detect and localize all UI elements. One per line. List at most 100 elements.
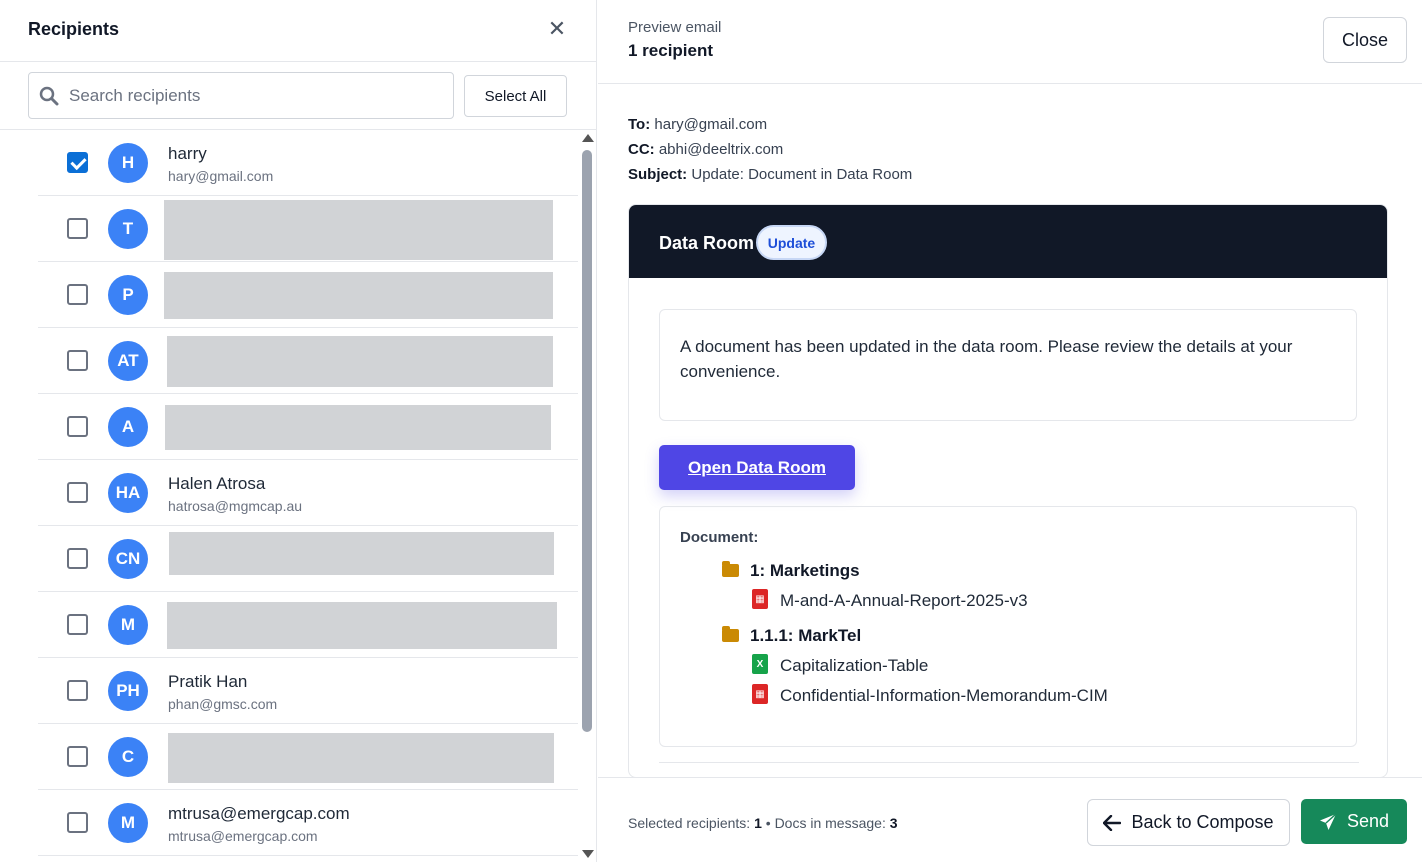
recipient-checkbox[interactable]: [67, 416, 88, 437]
back-to-compose-button[interactable]: Back to Compose: [1087, 799, 1290, 846]
recipient-checkbox[interactable]: [67, 812, 88, 833]
subject-line: Subject: Update: Document in Data Room: [628, 166, 912, 183]
separator: •: [765, 815, 775, 831]
avatar: C: [108, 737, 148, 777]
avatar: H: [108, 143, 148, 183]
recipient-row[interactable]: A: [38, 394, 578, 460]
spreadsheet-file-icon: X: [752, 654, 768, 674]
recipient-checkbox[interactable]: [67, 680, 88, 701]
recipients-title: Recipients: [28, 19, 120, 39]
recipient-name: mtrusa@emergcap.com: [168, 804, 350, 823]
avatar: AT: [108, 341, 148, 381]
recipient-checkbox[interactable]: [67, 614, 88, 635]
recipient-row[interactable]: T: [38, 196, 578, 262]
recipient-row[interactable]: C: [38, 724, 578, 790]
arrow-left-icon: [1103, 814, 1122, 831]
recipient-row[interactable]: AT: [38, 328, 578, 394]
redacted-block: [164, 200, 553, 260]
document-name[interactable]: Capitalization-Table: [780, 656, 928, 676]
search-box[interactable]: [28, 72, 454, 119]
select-all-button[interactable]: Select All: [464, 75, 567, 117]
recipient-row[interactable]: P: [38, 262, 578, 328]
email-card: Data Room Update A document has been upd…: [628, 204, 1388, 778]
preview-footer: Selected recipients: 1 • Docs in message…: [598, 777, 1422, 862]
preview-panel: Preview email 1 recipient Close To: hary…: [598, 0, 1422, 862]
recipient-row[interactable]: PH Pratik Han phan@gmsc.com: [38, 658, 578, 724]
redacted-block: [167, 602, 557, 649]
recipient-list[interactable]: H harry hary@gmail.com T P AT A HA Halen…: [0, 130, 580, 862]
to-value: hary@gmail.com: [654, 116, 768, 133]
to-label: To:: [628, 116, 651, 133]
recipient-scrollbar[interactable]: [580, 134, 594, 860]
docs-count: 3: [889, 815, 898, 831]
recipients-panel: Recipients ✕ Select All H harry hary@gma…: [0, 0, 597, 862]
message-box: A document has been updated in the data …: [659, 309, 1357, 421]
documents-box: Document: 1: Marketings ▦ M-and-A-Annual…: [659, 506, 1357, 747]
recipient-checkbox[interactable]: [67, 350, 88, 371]
recipient-checkbox[interactable]: [67, 548, 88, 569]
redacted-block: [169, 532, 554, 575]
recipient-name: Halen Atrosa: [168, 474, 266, 493]
card-title: Data Room: [659, 233, 755, 253]
email-card-header: Data Room Update: [629, 205, 1387, 278]
subject-value: Update: Document in Data Room: [691, 166, 913, 183]
pdf-file-icon: ▦: [752, 684, 768, 704]
avatar: M: [108, 605, 148, 645]
redacted-block: [164, 272, 553, 319]
recipient-name: harry: [168, 144, 207, 163]
recipient-email: hary@gmail.com: [168, 168, 274, 184]
recipients-header: Recipients ✕: [0, 0, 597, 62]
docs-label: Docs in message:: [774, 815, 886, 831]
recipient-row[interactable]: HA Halen Atrosa hatrosa@mgmcap.au: [38, 460, 578, 526]
close-button[interactable]: Close: [1323, 17, 1407, 63]
recipient-checkbox[interactable]: [67, 218, 88, 239]
redacted-block: [168, 733, 554, 783]
avatar: P: [108, 275, 148, 315]
documents-label: Document:: [680, 529, 759, 546]
redacted-block: [165, 405, 551, 450]
recipient-row[interactable]: H harry hary@gmail.com: [38, 130, 578, 196]
redacted-block: [167, 336, 553, 387]
pdf-file-icon: ▦: [752, 589, 768, 609]
search-row: Select All: [0, 62, 597, 130]
recipient-row[interactable]: CN: [38, 526, 578, 592]
preview-title: 1 recipient: [628, 41, 714, 60]
recipient-name: Pratik Han: [168, 672, 248, 691]
scroll-thumb[interactable]: [582, 150, 592, 732]
cc-label: CC:: [628, 141, 655, 158]
avatar: A: [108, 407, 148, 447]
cc-line: CC: abhi@deeltrix.com: [628, 141, 783, 158]
close-icon[interactable]: ✕: [546, 18, 568, 40]
avatar: T: [108, 209, 148, 249]
recipient-row[interactable]: M mtrusa@emergcap.com mtrusa@emergcap.co…: [38, 790, 578, 856]
avatar: PH: [108, 671, 148, 711]
recipient-email: phan@gmsc.com: [168, 696, 278, 712]
paper-plane-icon: [1319, 812, 1337, 830]
search-icon: [39, 86, 59, 106]
preview-header: Preview email 1 recipient Close: [598, 0, 1422, 84]
recipient-checkbox[interactable]: [67, 284, 88, 305]
recipient-checkbox[interactable]: [67, 482, 88, 503]
open-data-room-button[interactable]: Open Data Room: [659, 445, 855, 490]
document-name[interactable]: Confidential-Information-Memorandum-CIM: [780, 686, 1108, 706]
folder-icon: [722, 626, 739, 642]
avatar: HA: [108, 473, 148, 513]
recipient-checkbox[interactable]: [67, 746, 88, 767]
to-line: To: hary@gmail.com: [628, 116, 767, 133]
send-button[interactable]: Send: [1301, 799, 1407, 844]
recipient-checkbox[interactable]: [67, 152, 88, 173]
recipient-email: hatrosa@mgmcap.au: [168, 498, 303, 514]
scroll-up-arrow[interactable]: [582, 134, 594, 142]
cc-value: abhi@deeltrix.com: [658, 141, 784, 158]
recipient-row[interactable]: M: [38, 592, 578, 658]
selected-count: 1: [754, 815, 762, 831]
avatar: CN: [108, 539, 148, 579]
avatar: M: [108, 803, 148, 843]
scroll-down-arrow[interactable]: [582, 850, 594, 858]
selected-label: Selected recipients:: [628, 815, 751, 831]
folder-name: 1: Marketings: [750, 561, 860, 580]
search-input[interactable]: [69, 73, 449, 118]
message-text: A document has been updated in the data …: [680, 337, 1293, 381]
document-name[interactable]: M-and-A-Annual-Report-2025-v3: [780, 591, 1028, 611]
recipient-email: mtrusa@emergcap.com: [168, 828, 318, 844]
